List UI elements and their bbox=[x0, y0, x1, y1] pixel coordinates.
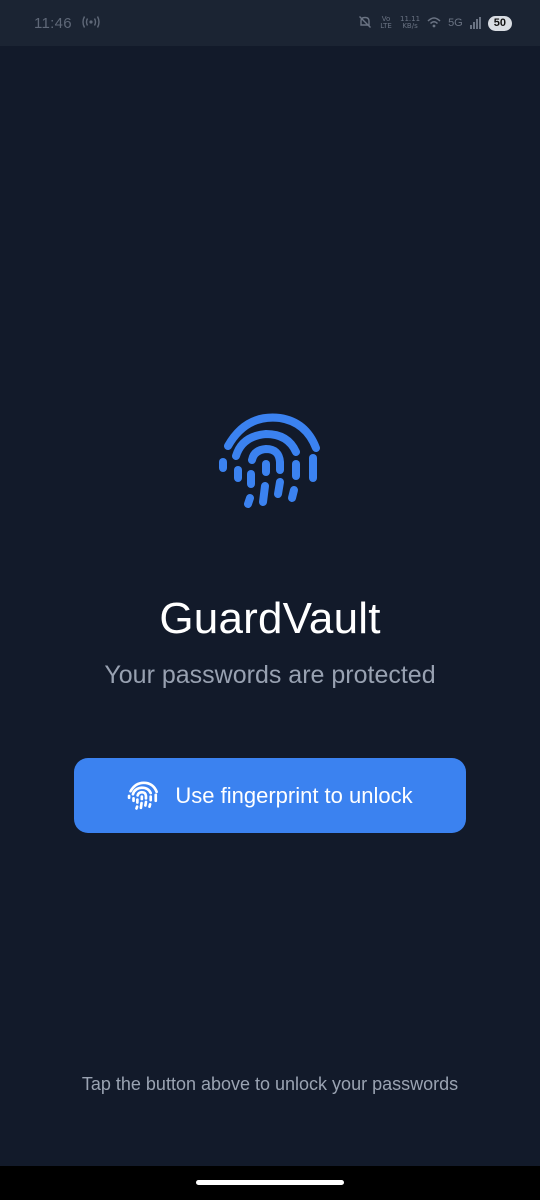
network-speed-unit: KB/s bbox=[402, 22, 418, 30]
volte-indicator: Vo LTE bbox=[380, 15, 392, 30]
battery-indicator: 50 bbox=[487, 15, 512, 31]
fingerprint-icon bbox=[127, 780, 159, 812]
signal-icon bbox=[469, 17, 481, 29]
status-left: 11:46 bbox=[34, 15, 100, 32]
network-speed: 11.11 KB/s bbox=[400, 16, 420, 30]
app-title: GuardVault bbox=[159, 594, 381, 643]
hotspot-icon bbox=[82, 15, 100, 32]
home-indicator[interactable] bbox=[196, 1180, 344, 1185]
wifi-icon bbox=[427, 15, 441, 31]
unlock-hint: Tap the button above to unlock your pass… bbox=[81, 1074, 459, 1094]
status-right: Vo LTE 11.11 KB/s 5G 50 bbox=[358, 15, 512, 32]
fingerprint-unlock-button[interactable]: Use fingerprint to unlock bbox=[74, 758, 466, 833]
network-type: 5G bbox=[448, 17, 463, 29]
fingerprint-icon bbox=[216, 408, 324, 516]
unlock-button-label: Use fingerprint to unlock bbox=[175, 782, 413, 808]
status-bar: 11:46 Vo LTE 11.11 KB/s 5G 50 bbox=[0, 0, 540, 46]
app-subtitle: Your passwords are protected bbox=[104, 661, 436, 689]
mute-bell-icon bbox=[358, 15, 372, 32]
status-time: 11:46 bbox=[34, 14, 72, 32]
